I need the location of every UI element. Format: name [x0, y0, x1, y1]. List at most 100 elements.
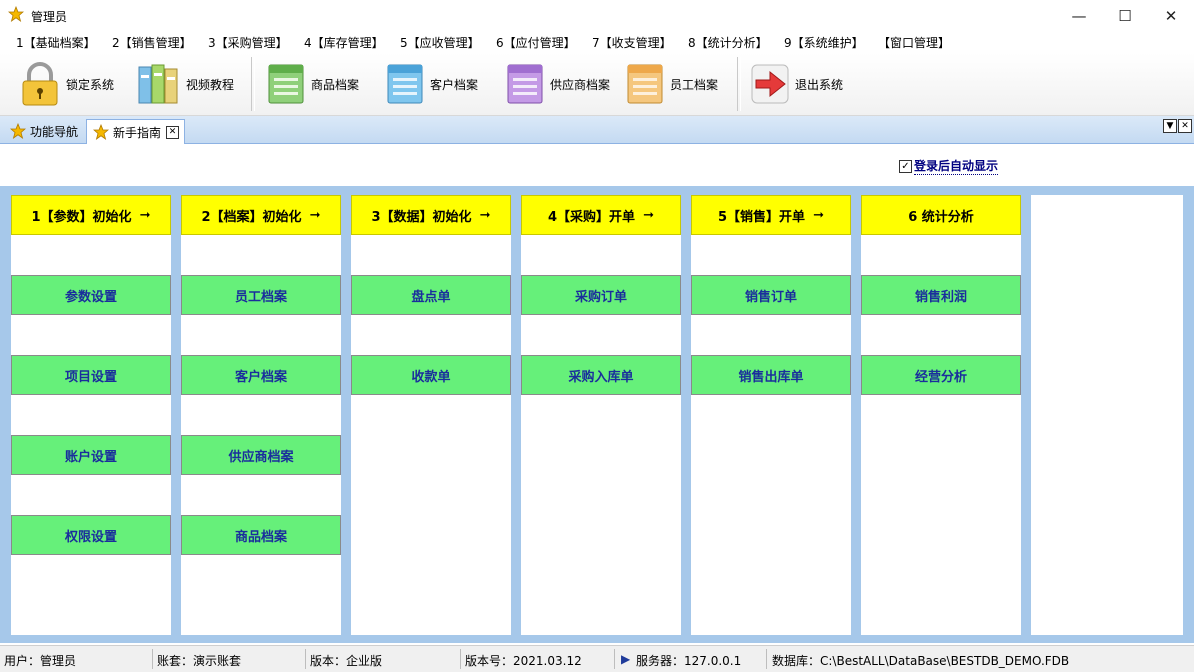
- supplier-file-label: 供应商档案: [550, 76, 610, 93]
- menu-basic-files[interactable]: 1【基础档案】: [16, 34, 96, 51]
- document-tab-bar: 功能导航 新手指南 ✕: [0, 116, 1194, 144]
- permission-settings-button[interactable]: 权限设置: [11, 515, 171, 555]
- guide-column-blank: [1031, 195, 1183, 635]
- supplier-file-icon: [504, 61, 548, 107]
- sales-order-button[interactable]: 销售订单: [691, 275, 851, 315]
- guide-column-files: 2【档案】初始化➞ 员工档案 客户档案 供应商档案 商品档案: [181, 195, 341, 635]
- tab-list-dropdown-icon[interactable]: ▼: [1163, 119, 1177, 133]
- star-icon: [93, 124, 109, 140]
- employee-file-button[interactable]: 员工档案: [181, 275, 341, 315]
- column-header: 5【销售】开单➞: [691, 195, 851, 235]
- menu-statistics[interactable]: 8【统计分析】: [688, 34, 768, 51]
- status-edition: 版本：企业版: [310, 652, 382, 669]
- column-header: 4【采购】开单➞: [521, 195, 681, 235]
- menu-system[interactable]: 9【系统维护】: [784, 34, 864, 51]
- supplier-file-button[interactable]: 供应商档案: [504, 53, 624, 115]
- star-icon: [10, 123, 26, 139]
- tab-function-nav-label: 功能导航: [30, 123, 78, 140]
- business-analysis-button[interactable]: 经营分析: [861, 355, 1021, 395]
- product-file-label: 商品档案: [311, 76, 359, 93]
- lock-system-label: 锁定系统: [66, 76, 114, 93]
- purchase-receipt-button[interactable]: 采购入库单: [521, 355, 681, 395]
- toolbar-separator: [737, 57, 741, 111]
- customer-file-label: 客户档案: [430, 76, 478, 93]
- project-settings-button[interactable]: 项目设置: [11, 355, 171, 395]
- maximize-button[interactable]: ☐: [1102, 0, 1148, 31]
- status-separator: [152, 649, 153, 669]
- receipt-sheet-button[interactable]: 收款单: [351, 355, 511, 395]
- star-icon: [8, 6, 24, 22]
- tab-beginner-guide-label: 新手指南: [113, 124, 161, 141]
- menu-window[interactable]: 【窗口管理】: [878, 34, 950, 51]
- tab-beginner-guide[interactable]: 新手指南 ✕: [86, 119, 185, 144]
- menu-receivable[interactable]: 5【应收管理】: [400, 34, 480, 51]
- tab-close-icon[interactable]: ✕: [166, 126, 179, 139]
- guide-column-purchase: 4【采购】开单➞ 采购订单 采购入库单: [521, 195, 681, 635]
- status-bar: 用户：管理员 账套：演示账套 版本：企业版 版本号：2021.03.12 ▶ 服…: [0, 645, 1194, 672]
- arrow-right-icon: ➞: [643, 208, 654, 223]
- status-user: 用户：管理员: [4, 652, 76, 669]
- auto-show-checkbox[interactable]: ✓: [899, 160, 912, 173]
- exit-arrow-icon: [750, 61, 794, 107]
- auto-show-label: 登录后自动显示: [914, 157, 998, 175]
- customer-file-button[interactable]: 客户档案: [384, 53, 494, 115]
- play-arrow-icon: ▶: [621, 652, 630, 666]
- sales-profit-button[interactable]: 销售利润: [861, 275, 1021, 315]
- arrow-right-icon: ➞: [480, 208, 491, 223]
- exit-system-button[interactable]: 退出系统: [750, 53, 860, 115]
- menu-payable[interactable]: 6【应付管理】: [496, 34, 576, 51]
- customer-file-button[interactable]: 客户档案: [181, 355, 341, 395]
- employee-file-icon: [624, 61, 668, 107]
- toolbar: 锁定系统 视频教程 商品档案 客户档案: [0, 53, 1194, 116]
- tab-function-nav[interactable]: 功能导航: [4, 119, 84, 143]
- guide-column-data: 3【数据】初始化➞ 盘点单 收款单: [351, 195, 511, 635]
- guide-column-parameters: 1【参数】初始化➞ 参数设置 项目设置 账户设置 权限设置: [11, 195, 171, 635]
- status-server: 服务器：127.0.0.1: [636, 652, 741, 669]
- close-button[interactable]: ✕: [1148, 0, 1194, 31]
- status-separator: [766, 649, 767, 669]
- employee-file-button[interactable]: 员工档案: [624, 53, 734, 115]
- video-tutorial-label: 视频教程: [186, 76, 234, 93]
- account-settings-button[interactable]: 账户设置: [11, 435, 171, 475]
- stocktake-sheet-button[interactable]: 盘点单: [351, 275, 511, 315]
- exit-system-label: 退出系统: [795, 76, 843, 93]
- title-bar: 管理员 — ☐ ✕: [0, 0, 1194, 31]
- video-tutorial-button[interactable]: 视频教程: [136, 53, 246, 115]
- menu-bar: 1【基础档案】 2【销售管理】 3【采购管理】 4【库存管理】 5【应收管理】 …: [0, 31, 1194, 53]
- menu-purchase[interactable]: 3【采购管理】: [208, 34, 288, 51]
- sales-delivery-button[interactable]: 销售出库单: [691, 355, 851, 395]
- column-header: 6 统计分析: [861, 195, 1021, 235]
- guide-column-statistics: 6 统计分析 销售利润 经营分析: [861, 195, 1021, 635]
- arrow-right-icon: ➞: [813, 208, 824, 223]
- auto-show-option[interactable]: ✓ 登录后自动显示: [899, 157, 998, 175]
- close-all-tabs-icon[interactable]: ✕: [1178, 119, 1192, 133]
- window-title: 管理员: [31, 8, 67, 25]
- minimize-button[interactable]: —: [1056, 0, 1102, 31]
- arrow-right-icon: ➞: [310, 208, 321, 223]
- status-version: 版本号：2021.03.12: [465, 652, 582, 669]
- status-separator: [460, 649, 461, 669]
- menu-sales[interactable]: 2【销售管理】: [112, 34, 192, 51]
- employee-file-label: 员工档案: [670, 76, 718, 93]
- supplier-file-button[interactable]: 供应商档案: [181, 435, 341, 475]
- guide-column-sales: 5【销售】开单➞ 销售订单 销售出库单: [691, 195, 851, 635]
- video-books-icon: [136, 61, 180, 107]
- purchase-order-button[interactable]: 采购订单: [521, 275, 681, 315]
- status-separator: [614, 649, 615, 669]
- product-file-button[interactable]: 商品档案: [181, 515, 341, 555]
- column-header: 2【档案】初始化➞: [181, 195, 341, 235]
- status-account: 账套：演示账套: [157, 652, 241, 669]
- product-file-icon: [265, 61, 309, 107]
- status-database: 数据库：C:\BestALL\DataBase\BESTDB_DEMO.FDB: [772, 652, 1069, 669]
- customer-file-icon: [384, 61, 428, 107]
- menu-cashflow[interactable]: 7【收支管理】: [592, 34, 672, 51]
- menu-inventory[interactable]: 4【库存管理】: [304, 34, 384, 51]
- column-header: 1【参数】初始化➞: [11, 195, 171, 235]
- lock-system-button[interactable]: 锁定系统: [18, 53, 128, 115]
- padlock-icon: [18, 61, 62, 107]
- status-separator: [305, 649, 306, 669]
- arrow-right-icon: ➞: [140, 208, 151, 223]
- toolbar-separator: [251, 57, 255, 111]
- product-file-button[interactable]: 商品档案: [265, 53, 375, 115]
- parameter-settings-button[interactable]: 参数设置: [11, 275, 171, 315]
